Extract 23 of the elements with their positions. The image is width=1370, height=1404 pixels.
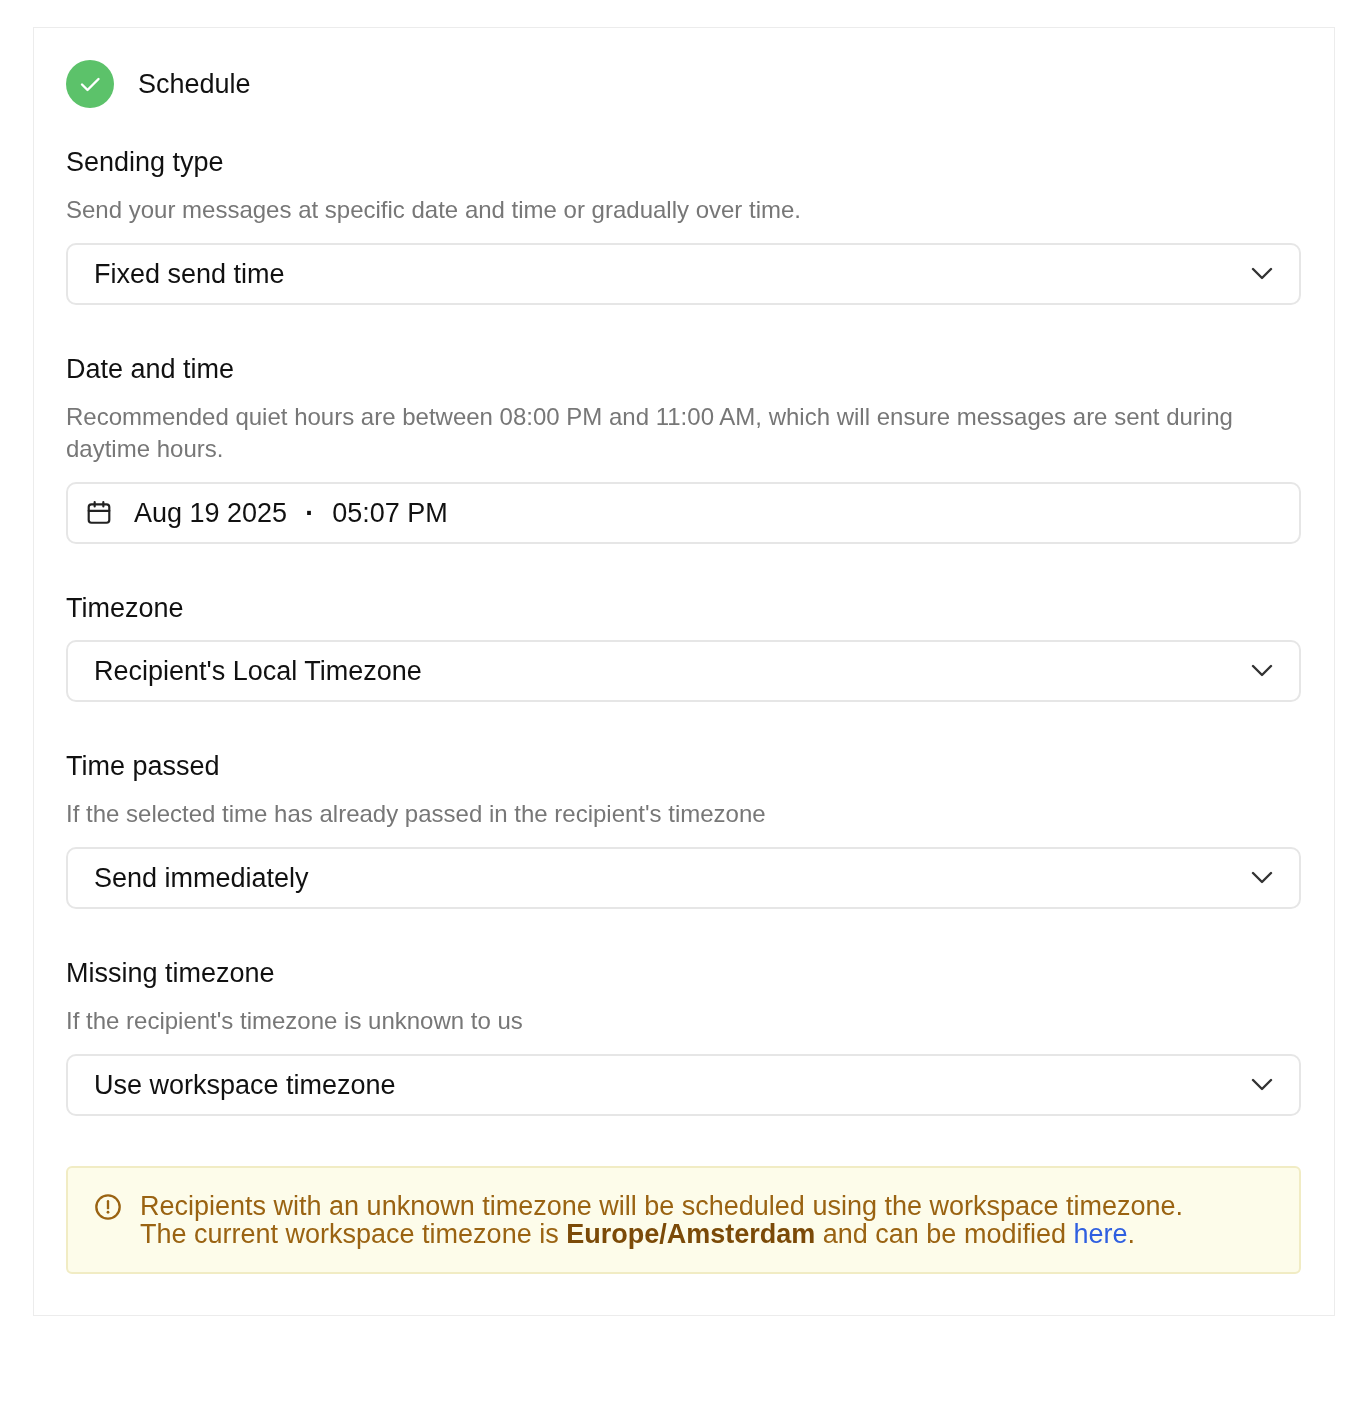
chevron-down-icon (1251, 664, 1273, 678)
section-description: If the selected time has already passed in the recipient's timezone (66, 799, 767, 829)
step-title: Schedule (138, 68, 251, 100)
select-field[interactable]: Fixed send time (66, 243, 1301, 305)
section-title: Sending type (66, 146, 225, 178)
section-title: Timezone (66, 592, 185, 624)
settings-link[interactable]: here (1073, 1219, 1128, 1249)
section-description: If the recipient's timezone is unknown to us (66, 1006, 524, 1036)
section-title: Time passed (66, 750, 221, 782)
date-time-field[interactable]: Aug 19 2025 · 05:07 PM (66, 482, 1301, 544)
select-field[interactable]: Use workspace timezone (66, 1054, 1301, 1116)
chevron-down-icon (1251, 871, 1273, 885)
calendar-icon (86, 500, 112, 526)
section-description: Send your messages at specific date and time or gradually over time. (66, 195, 803, 225)
section-title: Missing timezone (66, 957, 276, 989)
chevron-down-icon (1251, 1078, 1273, 1092)
select-field[interactable]: Recipient's Local Timezone (66, 640, 1301, 702)
alert-message: Recipients with an unknown timezone will be scheduled using the workspace timezone. The current workspace timezone is Europe/Amsterdam and can be modified here. (140, 1192, 1185, 1248)
section-title: Date and time (66, 353, 236, 385)
select-field[interactable]: Send immediately (66, 847, 1301, 909)
chevron-down-icon (1251, 267, 1273, 281)
alert-circle-icon (94, 1193, 122, 1221)
section-description: Recommended quiet hours are between 08:00 PM and 11:00 AM, which will ensure messages are sent during daytime hours. (66, 402, 1234, 464)
